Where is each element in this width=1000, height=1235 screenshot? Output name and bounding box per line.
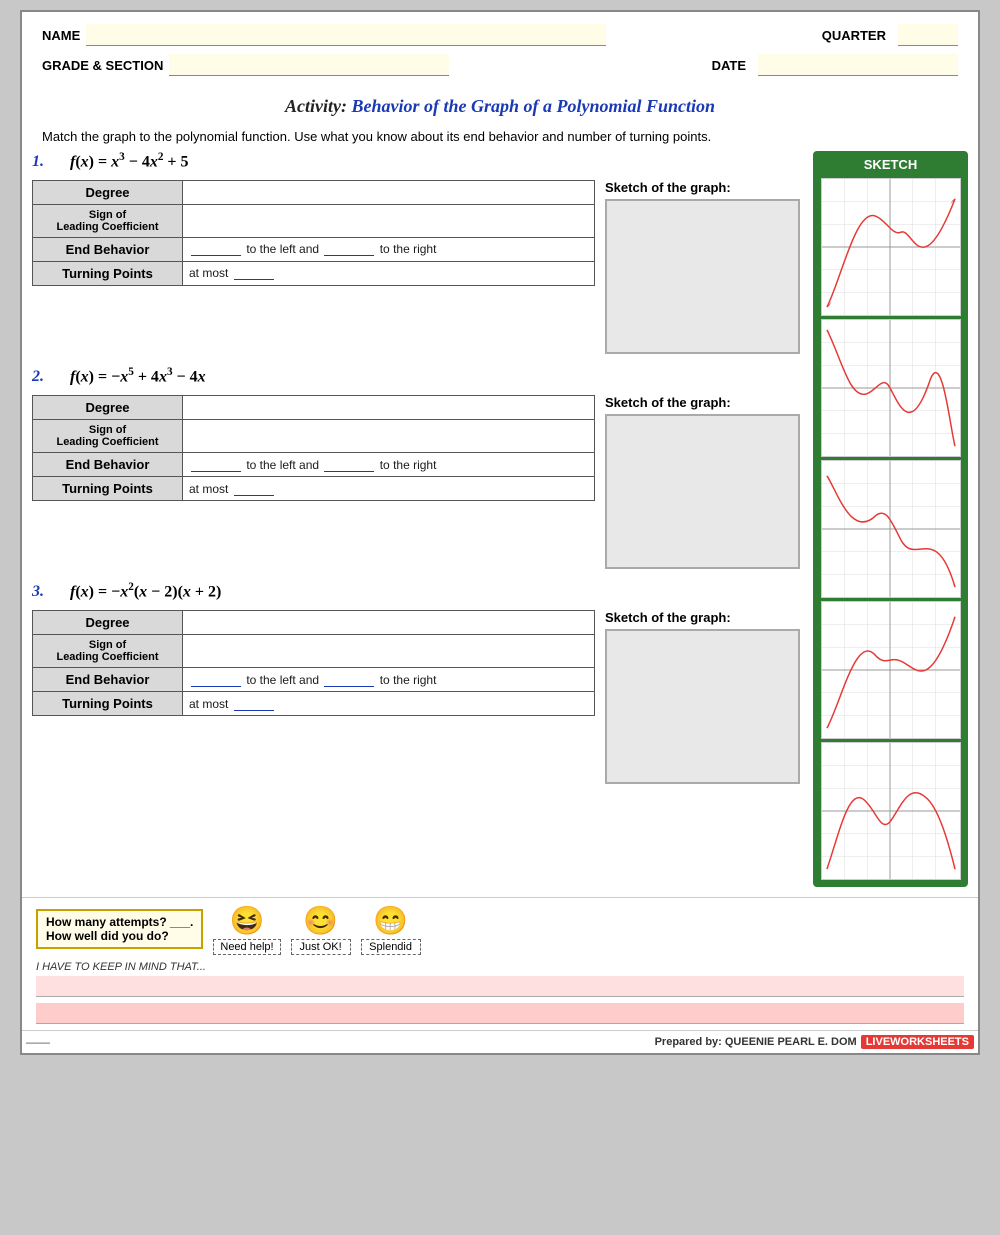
sidebar-graph-2 — [821, 319, 961, 457]
sign-label-1: Sign ofLeading Coefficient — [33, 204, 183, 237]
end-behavior-value-1: to the left and to the right — [183, 237, 595, 261]
emoji-splendid-label: Splendid — [361, 939, 421, 955]
problem-2-row: Degree Sign ofLeading Coefficient End Be… — [32, 395, 805, 569]
emoji-needhelp-face: 😆 — [230, 904, 265, 937]
turning-label-2: Turning Points — [62, 481, 153, 496]
problem-1: 1. f(x) = x3 − 4x2 + 5 Degree Sign ofLea… — [32, 151, 805, 354]
worksheet-page: NAME QUARTER GRADE & SECTION DATE Activi… — [20, 10, 980, 1055]
header-section: NAME QUARTER GRADE & SECTION DATE — [22, 12, 978, 92]
sidebar-graph-1 — [821, 178, 961, 316]
problem-2: 2. f(x) = −x5 + 4x3 − 4x Degree Sign ofL… — [32, 366, 805, 569]
sketch-label-2: Sketch of the graph: — [605, 395, 805, 410]
end-behavior-value-2: to the left and to the right — [183, 453, 595, 477]
name-label: NAME — [42, 28, 80, 43]
problem-2-table: Degree Sign ofLeading Coefficient End Be… — [32, 395, 595, 501]
emoji-justok-face: 😊 — [303, 904, 338, 937]
degree-value-1 — [183, 180, 595, 204]
activity-title: Activity: Behavior of the Graph of a Pol… — [42, 96, 958, 117]
reminder-input[interactable] — [36, 976, 964, 997]
prepared-by: Prepared by: QUEENIE PEARL E. DOM — [655, 1036, 857, 1048]
sign-label-2: Sign ofLeading Coefficient — [33, 420, 183, 453]
sketch-box-1 — [605, 199, 800, 354]
date-label: DATE — [712, 58, 746, 73]
end-behavior-value-3: to the left and to the right — [183, 668, 595, 692]
quarter-label: QUARTER — [822, 28, 886, 43]
attempts-line1: How many attempts? ___. — [46, 915, 193, 929]
emoji-splendid-face: 😁 — [373, 904, 408, 937]
emoji-splendid: 😁 Splendid — [361, 904, 421, 955]
turning-value-1: at most — [183, 261, 595, 285]
problem-3-number: 3. — [32, 583, 44, 601]
sign-label-3: Sign ofLeading Coefficient — [33, 635, 183, 668]
date-input[interactable] — [758, 54, 958, 76]
sketch-box-2 — [605, 414, 800, 569]
sidebar-graph-3 — [821, 460, 961, 598]
sign-value-2 — [183, 420, 595, 453]
sketch-box-3 — [605, 629, 800, 784]
sketch-sidebar: SKETCH — [813, 151, 968, 887]
problem-3: 3. f(x) = −x2(x − 2)(x + 2) Degree Sign … — [32, 581, 805, 784]
sidebar-graph-5 — [821, 742, 961, 880]
emoji-needhelp-label: Need help! — [213, 939, 280, 955]
degree-value-2 — [183, 396, 595, 420]
sign-value-3 — [183, 635, 595, 668]
problem-1-sketch-area: Sketch of the graph: — [605, 180, 805, 354]
grade-input[interactable] — [169, 54, 449, 76]
title-section: Activity: Behavior of the Graph of a Pol… — [22, 92, 978, 123]
turning-value-2: at most — [183, 477, 595, 501]
turning-label-1: Turning Points — [62, 266, 153, 281]
sketch-sidebar-title: SKETCH — [856, 155, 925, 174]
left-content: 1. f(x) = x3 − 4x2 + 5 Degree Sign ofLea… — [32, 151, 813, 887]
problem-1-row: Degree Sign ofLeading Coefficient End Be… — [32, 180, 805, 354]
turning-label-3: Turning Points — [62, 696, 153, 711]
attempts-box: How many attempts? ___. How well did you… — [36, 909, 203, 949]
instructions: Match the graph to the polynomial functi… — [22, 123, 978, 151]
activity-prefix: Activity: — [285, 96, 351, 116]
end-behavior-label-1: End Behavior — [66, 242, 150, 257]
main-content: 1. f(x) = x3 − 4x2 + 5 Degree Sign ofLea… — [22, 151, 978, 897]
footer-row: How many attempts? ___. How well did you… — [36, 904, 964, 955]
name-input[interactable] — [86, 24, 606, 46]
end-behavior-label-3: End Behavior — [66, 672, 150, 687]
problem-2-number: 2. — [32, 368, 44, 386]
degree-value-3 — [183, 611, 595, 635]
problem-1-table: Degree Sign ofLeading Coefficient End Be… — [32, 180, 595, 286]
end-behavior-label-2: End Behavior — [66, 457, 150, 472]
sketch-label-3: Sketch of the graph: — [605, 610, 805, 625]
emoji-needhelp: 😆 Need help! — [213, 904, 280, 955]
degree-label-2: Degree — [85, 400, 129, 415]
degree-label-3: Degree — [85, 615, 129, 630]
reminder-input-2[interactable] — [36, 1003, 964, 1024]
emoji-justok: 😊 Just OK! — [291, 904, 351, 955]
problem-2-formula: f(x) = −x5 + 4x3 − 4x — [70, 366, 206, 386]
turning-value-3: at most — [183, 692, 595, 716]
problem-3-row: Degree Sign ofLeading Coefficient End Be… — [32, 610, 805, 784]
liveworksheets-badge: LIVEWORKSHEETS — [861, 1035, 974, 1049]
sign-value-1 — [183, 204, 595, 237]
emoji-justok-label: Just OK! — [291, 939, 351, 955]
sidebar-graph-4 — [821, 601, 961, 739]
page-bottom: —— Prepared by: QUEENIE PEARL E. DOM LIV… — [22, 1030, 978, 1053]
degree-label-1: Degree — [85, 185, 129, 200]
attempts-line2: How well did you do? — [46, 929, 193, 943]
problem-3-sketch-area: Sketch of the graph: — [605, 610, 805, 784]
quarter-input[interactable] — [898, 24, 958, 46]
problem-3-table: Degree Sign ofLeading Coefficient End Be… — [32, 610, 595, 716]
activity-main: Behavior of the Graph of a Polynomial Fu… — [351, 96, 715, 116]
grade-label: GRADE & SECTION — [42, 58, 163, 73]
sketch-label-1: Sketch of the graph: — [605, 180, 805, 195]
problem-3-formula: f(x) = −x2(x − 2)(x + 2) — [70, 581, 221, 601]
reminder-label: I HAVE TO KEEP IN MIND THAT... — [36, 961, 964, 973]
problem-1-formula: f(x) = x3 − 4x2 + 5 — [70, 151, 189, 171]
problem-1-number: 1. — [32, 153, 44, 171]
problem-2-sketch-area: Sketch of the graph: — [605, 395, 805, 569]
footer-section: How many attempts? ___. How well did you… — [22, 897, 978, 1030]
